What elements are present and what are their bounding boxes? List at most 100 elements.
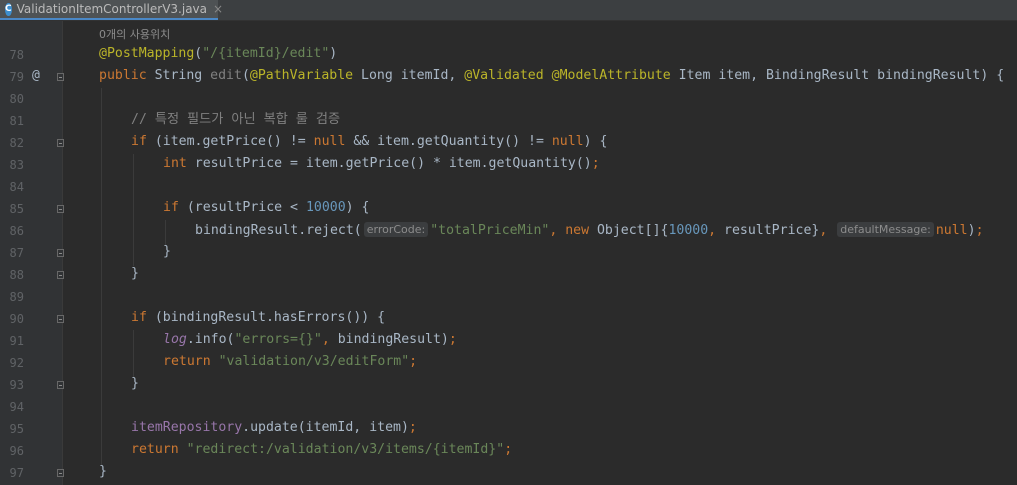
string-token: "/{itemId}/edit" — [202, 46, 330, 61]
code-token: (item.getPrice() != — [146, 134, 314, 149]
line-number: 95 — [9, 422, 24, 436]
code-line-90[interactable]: if (bindingResult.hasErrors()) { — [131, 310, 385, 326]
number-token: 10000 — [305, 200, 346, 215]
code-token: ) — [329, 46, 338, 61]
code-token: .update(itemId, item) — [242, 420, 409, 435]
semicolon-token: ; — [591, 156, 600, 171]
java-class-icon: C — [5, 2, 12, 16]
keyword-token: int — [163, 156, 187, 171]
brace-token: } — [163, 244, 171, 259]
fold-toggle-icon[interactable] — [57, 205, 64, 213]
line-number: 85 — [9, 202, 24, 216]
close-icon[interactable]: × — [213, 2, 223, 16]
code-token: Item item, BindingResult bindingResult) … — [670, 68, 1005, 83]
annotation-token: @PathVariable — [249, 68, 354, 83]
line-number: 86 — [9, 224, 24, 238]
code-token: resultPrice} — [724, 223, 820, 238]
string-token: "validation/v3/editForm" — [218, 354, 410, 369]
fold-toggle-icon[interactable] — [57, 271, 64, 279]
code-line-86[interactable]: bindingResult.reject(errorCode: "totalPri… — [195, 222, 984, 239]
code-token: bindingResult.reject( — [195, 223, 362, 238]
code-line-82[interactable]: if (item.getPrice() != null && item.getQ… — [131, 134, 607, 150]
code-token: (bindingResult.hasErrors()) { — [146, 310, 386, 325]
indent-guide — [133, 154, 134, 266]
fold-toggle-icon[interactable] — [57, 249, 64, 257]
line-number: 96 — [9, 444, 24, 458]
indent-guide — [165, 220, 166, 246]
fold-toggle-icon[interactable] — [57, 139, 64, 147]
code-token: , — [819, 223, 836, 238]
code-token: ( — [241, 68, 250, 83]
line-number: 94 — [9, 400, 24, 414]
keyword-token: if — [131, 310, 147, 325]
code-token: Object[]{ — [589, 223, 669, 238]
indent-guide — [101, 88, 102, 466]
semicolon-token: ; — [409, 354, 418, 369]
comment-token: // 특정 필드가 아닌 복합 룰 검증 — [131, 112, 341, 127]
code-line-91[interactable]: log.info("errors={}", bindingResult); — [163, 332, 457, 348]
keyword-token: if — [163, 200, 179, 215]
brace-token: } — [99, 464, 107, 479]
fold-toggle-icon[interactable] — [57, 73, 64, 81]
keyword-token: null — [935, 223, 968, 238]
brace-token: } — [131, 266, 139, 281]
method-name-token: edit — [210, 68, 242, 83]
keyword-token: null — [313, 134, 346, 149]
keyword-token: return — [163, 354, 211, 369]
line-number: 87 — [9, 246, 24, 260]
code-token: bindingResult) — [337, 332, 449, 347]
line-number: 82 — [9, 136, 24, 150]
code-token: , — [549, 223, 566, 238]
code-line-87[interactable]: } — [163, 244, 171, 260]
keyword-token: public — [99, 68, 147, 83]
indent-guide — [133, 330, 134, 378]
code-token: String — [146, 68, 211, 83]
keyword-token: null — [551, 134, 584, 149]
code-token: , — [321, 332, 338, 347]
code-line-85[interactable]: if (resultPrice < 10000) { — [163, 200, 369, 216]
code-token: ) { — [345, 200, 370, 215]
code-token: && item.getQuantity() != — [345, 134, 552, 149]
line-number: 92 — [9, 356, 24, 370]
line-number: 97 — [9, 466, 24, 480]
code-line-83[interactable]: int resultPrice = item.getPrice() * item… — [163, 156, 600, 172]
code-line-81[interactable]: // 특정 필드가 아닌 복합 룰 검증 — [131, 112, 340, 128]
code-line-96[interactable]: return "redirect:/validation/v3/items/{i… — [131, 442, 512, 458]
number-token: 10000 — [668, 223, 709, 238]
file-tab[interactable]: C ValidationItemControllerV3.java × — [0, 0, 223, 20]
code-token: resultPrice = item.getPrice() * item.get… — [186, 156, 592, 171]
code-line-92[interactable]: return "validation/v3/editForm"; — [163, 354, 417, 370]
code-line-95[interactable]: itemRepository.update(itemId, item); — [131, 420, 417, 436]
code-token: ) — [967, 223, 976, 238]
field-token: itemRepository — [131, 420, 243, 435]
line-number: 79 — [9, 70, 24, 84]
code-token: (resultPrice < — [178, 200, 306, 215]
fold-toggle-icon[interactable] — [57, 315, 64, 323]
line-number: 91 — [9, 334, 24, 348]
annotation-token: @ModelAttribute — [551, 68, 671, 83]
keyword-token: new — [565, 223, 590, 238]
semicolon-token: ; — [504, 442, 513, 457]
code-line-93[interactable]: } — [131, 376, 139, 392]
line-number: 88 — [9, 268, 24, 282]
line-number: 80 — [9, 92, 24, 106]
brace-token: } — [131, 376, 139, 391]
string-token: "errors={}" — [234, 332, 322, 347]
fold-toggle-icon[interactable] — [57, 469, 64, 477]
usage-inlay-hint[interactable]: 0개의 사용위치 — [99, 26, 170, 42]
semicolon-token: ; — [408, 420, 417, 435]
code-line-78[interactable]: @PostMapping("/{itemId}/edit") — [99, 46, 337, 62]
parameter-hint: errorCode: — [363, 222, 429, 237]
fold-toggle-icon[interactable] — [57, 381, 64, 389]
override-marker-icon[interactable]: @ — [32, 69, 40, 83]
parameter-hint: defaultMessage: — [837, 222, 934, 237]
code-line-97[interactable]: } — [99, 464, 107, 480]
code-line-79[interactable]: public String edit(@PathVariable Long it… — [99, 68, 1004, 84]
code-line-88[interactable]: } — [131, 266, 139, 282]
tab-title: ValidationItemControllerV3.java — [16, 2, 208, 16]
annotation-token: @Validated — [464, 68, 544, 83]
string-token: "redirect:/validation/v3/items/{itemId}" — [186, 442, 505, 457]
semicolon-token: ; — [975, 223, 984, 238]
